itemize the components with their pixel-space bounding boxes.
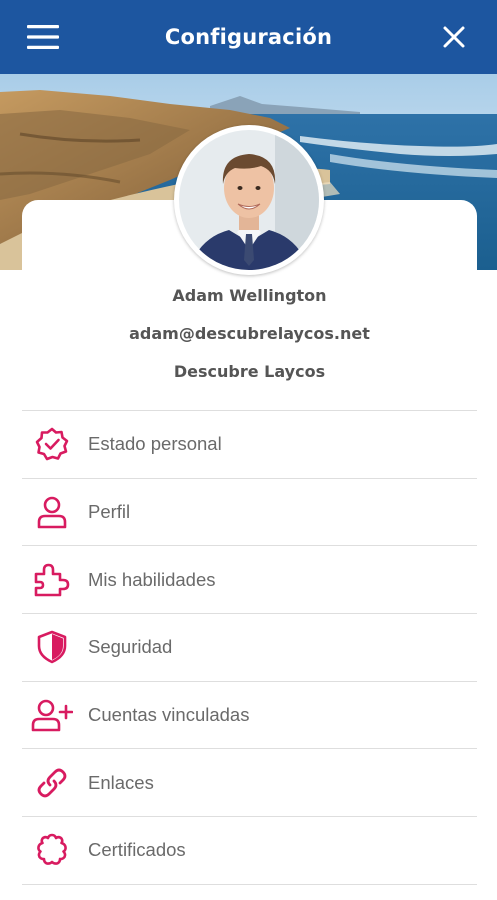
menu-item-estado-personal[interactable]: Estado personal	[22, 411, 477, 479]
user-email: adam@descubrelaycos.net	[129, 324, 370, 343]
settings-menu: Estado personal Perfil Mis habilidades S…	[22, 410, 477, 885]
avatar[interactable]	[174, 125, 324, 275]
user-name: Adam Wellington	[172, 286, 327, 305]
page-title: Configuración	[164, 25, 333, 49]
menu-item-perfil[interactable]: Perfil	[22, 479, 477, 547]
menu-item-seguridad[interactable]: Seguridad	[22, 614, 477, 682]
menu-item-label: Perfil	[88, 501, 131, 523]
menu-item-label: Estado personal	[88, 433, 222, 455]
close-button[interactable]	[431, 14, 477, 60]
app-bar: Configuración	[0, 0, 497, 74]
close-icon	[443, 26, 465, 48]
menu-item-certificados[interactable]: Certificados	[22, 817, 477, 885]
menu-item-label: Cuentas vinculadas	[88, 704, 250, 726]
certificate-icon	[27, 830, 77, 870]
verified-badge-icon	[27, 424, 77, 464]
user-organization: Descubre Laycos	[173, 362, 326, 381]
shield-icon	[27, 627, 77, 667]
menu-button[interactable]	[20, 14, 66, 60]
menu-item-mis-habilidades[interactable]: Mis habilidades	[22, 546, 477, 615]
link-icon	[27, 763, 77, 803]
hamburger-menu-icon	[27, 25, 59, 49]
menu-item-label: Mis habilidades	[88, 568, 216, 590]
menu-item-label: Certificados	[88, 839, 186, 861]
menu-item-enlaces[interactable]: Enlaces	[22, 749, 477, 818]
menu-item-label: Enlaces	[88, 771, 154, 793]
person-icon	[27, 492, 77, 532]
menu-item-label: Seguridad	[88, 636, 173, 658]
puzzle-piece-icon	[27, 560, 77, 600]
menu-item-cuentas-vinculadas[interactable]: Cuentas vinculadas	[22, 682, 477, 750]
person-add-icon	[27, 695, 77, 735]
